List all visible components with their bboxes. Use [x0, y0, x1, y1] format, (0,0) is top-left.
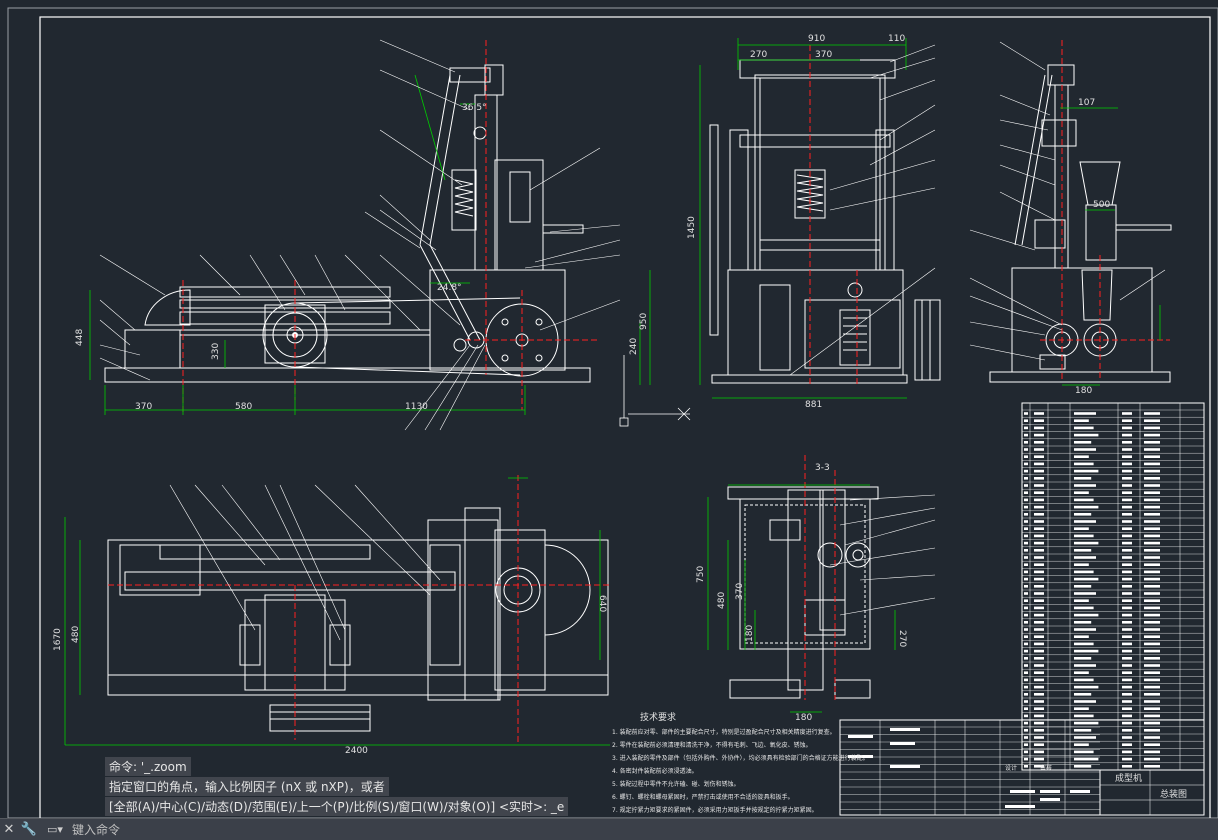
svg-text:180: 180 — [795, 713, 812, 723]
svg-text:270: 270 — [750, 50, 767, 60]
svg-text:640: 640 — [597, 595, 607, 612]
tech-req-line: 4. 各密封件装配前必须浸透油。 — [612, 767, 698, 775]
svg-text:750: 750 — [696, 566, 706, 583]
svg-text:480: 480 — [71, 626, 81, 643]
svg-text:370: 370 — [735, 583, 745, 600]
svg-text:240: 240 — [629, 338, 639, 355]
command-history-line: 命令: '_.zoom — [105, 757, 191, 776]
wrench-icon[interactable]: 🔧 — [18, 822, 40, 837]
svg-text:110: 110 — [888, 34, 905, 44]
title-block-label: 成型机 — [1115, 772, 1142, 784]
tech-req-line: 3. 进入装配的零件及部件（包括外购件、外协件），均必须具有检验部门的合格证方能… — [612, 754, 869, 762]
svg-text:3-3: 3-3 — [815, 463, 830, 473]
command-history-line: [全部(A)/中心(C)/动态(D)/范围(E)/上一个(P)/比例(S)/窗口… — [105, 797, 569, 816]
command-prompt-icon[interactable]: ▭▾ — [40, 823, 70, 836]
tech-req-line: 5. 装配过程中零件不允许磕、碰、划伤和锈蚀。 — [612, 780, 740, 788]
svg-text:330: 330 — [211, 343, 221, 360]
svg-text:2400: 2400 — [345, 746, 368, 756]
front-elevation-view: 910 270 370 110 1450 881 — [687, 34, 941, 410]
tech-req-line: 1. 装配前应对零、部件的主要配合尺寸，特别是过盈配合尺寸及相关精度进行复查。 — [612, 728, 836, 736]
svg-text:910: 910 — [808, 34, 825, 44]
svg-text:270: 270 — [897, 630, 907, 647]
drawing-canvas[interactable]: 370 580 1130 448 950 240 330 24.8° 36.5° — [0, 0, 1218, 818]
svg-text:1670: 1670 — [53, 628, 63, 651]
left-elevation-view: 370 580 1130 448 950 240 330 24.8° 36.5° — [75, 39, 691, 431]
tech-req-line: 2. 零件在装配前必须清理和清洗干净，不得有毛刺、飞边、氧化皮、锈蚀。 — [612, 741, 812, 749]
svg-text:370: 370 — [815, 50, 832, 60]
svg-text:950: 950 — [639, 313, 649, 330]
svg-text:480: 480 — [717, 592, 727, 609]
tech-req-title: 技术要求 — [640, 711, 676, 723]
parts-list-table — [1021, 402, 1205, 771]
right-side-view: 107 500 180 — [969, 40, 1172, 396]
svg-text:107: 107 — [1078, 98, 1095, 108]
svg-text:370: 370 — [135, 402, 152, 412]
svg-text:180: 180 — [1075, 386, 1092, 396]
svg-text:24.8°: 24.8° — [437, 283, 462, 293]
svg-text:580: 580 — [235, 402, 252, 412]
svg-text:881: 881 — [805, 400, 822, 410]
command-input[interactable] — [70, 819, 974, 840]
tb-reviewer: 审核 — [1040, 764, 1052, 772]
tech-req-line: 7. 规定拧紧力矩要求的紧固件，必须采用力矩扳手并按规定的拧紧力矩紧固。 — [612, 806, 818, 814]
svg-text:1130: 1130 — [405, 402, 428, 412]
svg-text:448: 448 — [75, 329, 85, 346]
drawing-svg[interactable]: 370 580 1130 448 950 240 330 24.8° 36.5° — [0, 0, 1218, 818]
svg-text:180: 180 — [745, 625, 755, 642]
technical-requirements: 技术要求 1. 装配前应对零、部件的主要配合尺寸，特别是过盈配合尺寸及相关精度进… — [612, 711, 869, 814]
section-view: 3-3 750 480 370 180 270 180 — [696, 455, 936, 723]
ucs-icon — [619, 355, 691, 427]
tech-req-line: 6. 螺钉、螺栓和螺母紧固时，严禁打击或使用不合适的旋具和扳手。 — [612, 793, 794, 801]
title-block-drawing-name: 总装图 — [1160, 788, 1187, 800]
svg-text:500: 500 — [1093, 200, 1110, 210]
command-line-bar: ✕ 🔧 ▭▾ — [0, 818, 1218, 840]
command-history-line: 指定窗口的角点，输入比例因子 (nX 或 nXP)，或者 — [105, 777, 389, 796]
svg-text:1450: 1450 — [687, 216, 697, 239]
close-icon[interactable]: ✕ — [0, 822, 18, 837]
plan-view: 2400 1670 480 640 — [53, 475, 610, 756]
tb-designer: 设计 — [1005, 764, 1017, 772]
